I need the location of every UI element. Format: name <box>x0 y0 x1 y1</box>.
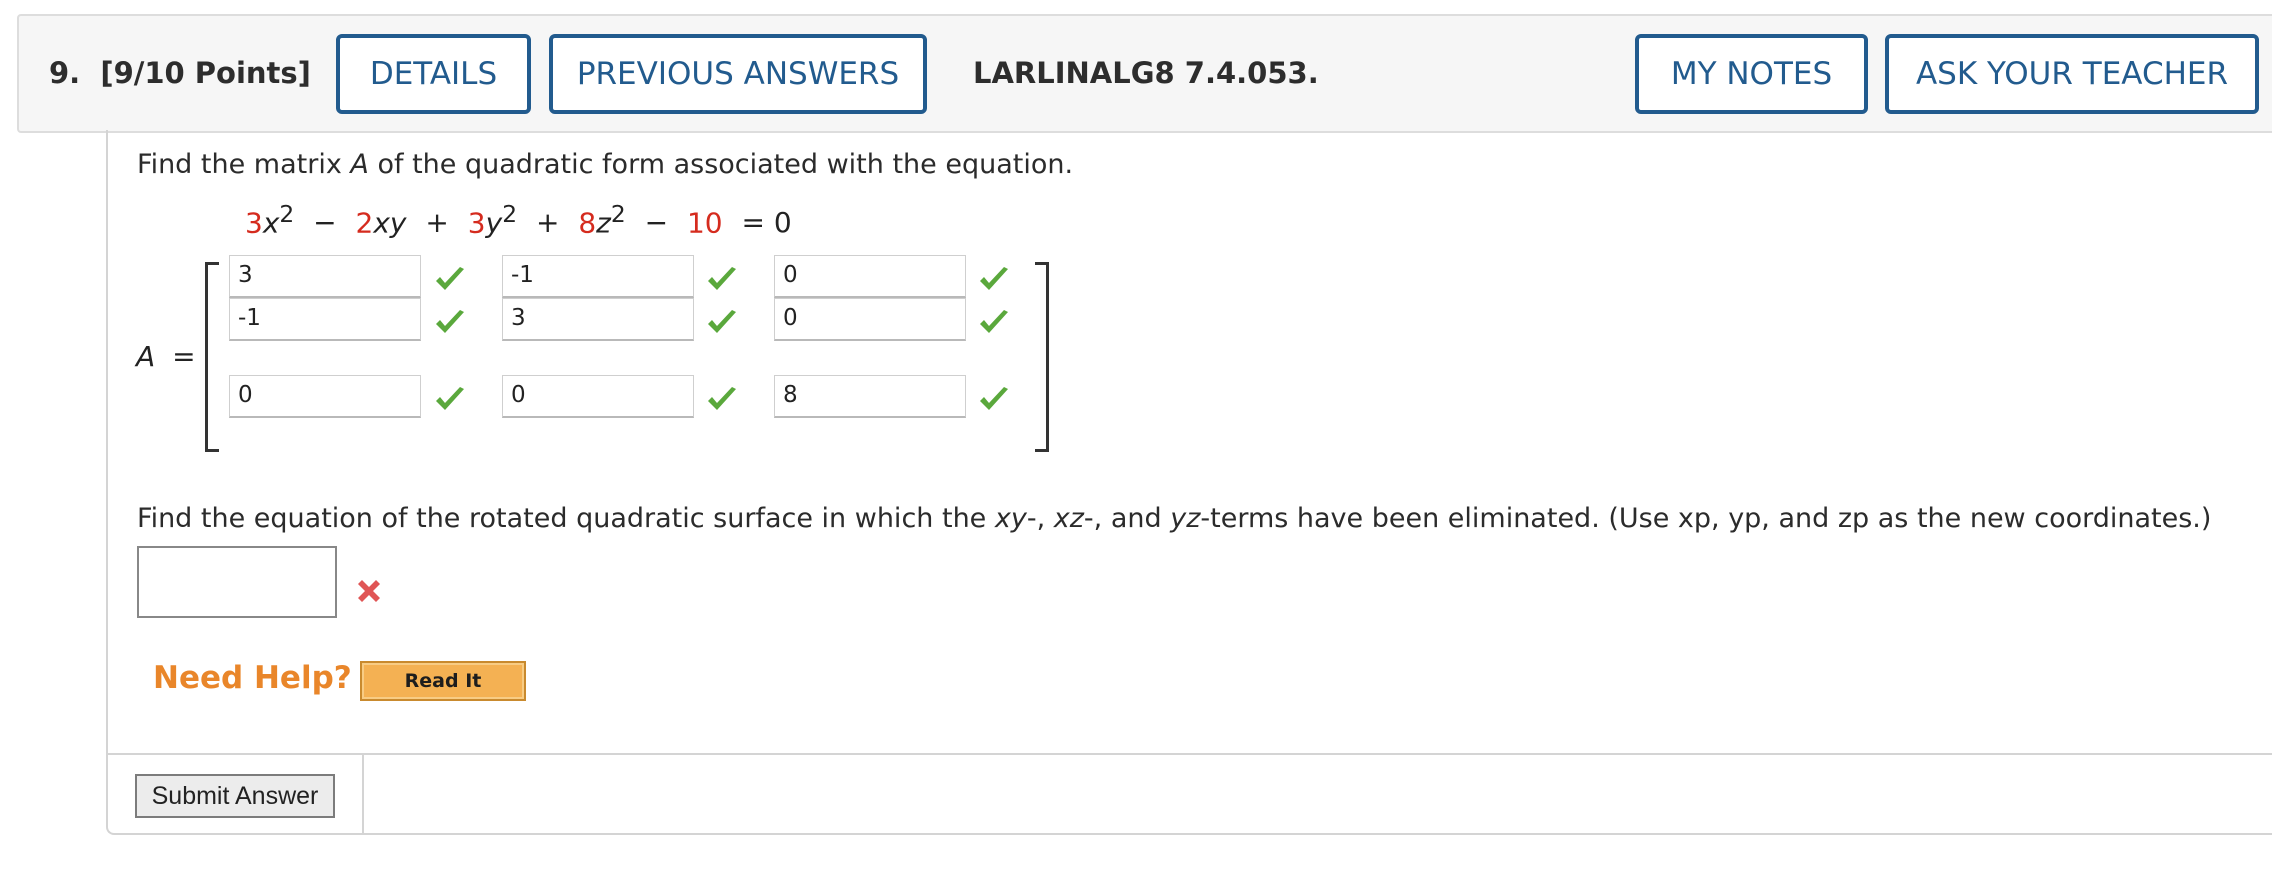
check-icon <box>708 387 736 410</box>
matrix-label: A = <box>136 340 196 373</box>
check-icon <box>436 310 464 333</box>
ask-your-teacher-label: ASK YOUR TEACHER <box>1915 56 2229 92</box>
x-mark-icon <box>358 580 380 602</box>
variable: z <box>596 206 611 240</box>
variable: x <box>262 206 280 240</box>
assignment-code: LARLINALG8 7.4.053. <box>973 56 1319 90</box>
my-notes-label: MY NOTES <box>1670 56 1833 92</box>
check-icon <box>708 267 736 290</box>
matrix-cell-2-1[interactable]: -1 <box>229 298 421 341</box>
coefficient: 3 <box>467 206 486 240</box>
exponent: 2 <box>610 200 626 228</box>
operator: + <box>425 206 449 240</box>
coefficient: 2 <box>355 206 374 240</box>
submit-answer-label: Submit Answer <box>151 781 319 810</box>
coefficient: 3 <box>245 206 263 240</box>
part1-prompt-text-end: of the quadratic form associated with th… <box>368 149 1074 180</box>
read-it-button[interactable]: Read It <box>360 661 526 701</box>
term-yz: yz <box>1170 503 1201 534</box>
term-xy: xy <box>994 503 1027 534</box>
ask-your-teacher-button[interactable]: ASK YOUR TEACHER <box>1885 34 2259 114</box>
part1-prompt-text: Find the matrix <box>137 149 351 180</box>
equation-rhs: = 0 <box>741 206 792 240</box>
matrix-cell-1-2[interactable]: -1 <box>502 255 694 298</box>
check-icon <box>980 267 1008 290</box>
variable: y <box>485 206 503 240</box>
matrix-label-eq: = <box>172 340 196 373</box>
operator: + <box>535 206 560 240</box>
previous-answers-label: PREVIOUS ANSWERS <box>576 56 900 92</box>
previous-answers-button[interactable]: PREVIOUS ANSWERS <box>549 34 927 114</box>
term-xz: xz <box>1053 503 1084 534</box>
read-it-label: Read It <box>404 670 482 692</box>
points-label: [9/10 Points] <box>100 56 311 90</box>
part1-prompt: Find the matrix A of the quadratic form … <box>137 149 1073 180</box>
exponent: 2 <box>279 200 295 228</box>
operator: − <box>644 206 669 240</box>
matrix-variable: A <box>350 149 369 180</box>
matrix-cell-3-2[interactable]: 0 <box>502 375 694 418</box>
question-number: 9. [9/10 Points] <box>49 56 311 90</box>
question-index: 9. <box>49 56 81 90</box>
check-icon <box>708 310 736 333</box>
constant: 10 <box>686 206 723 240</box>
submit-area-divider <box>364 753 2272 755</box>
check-icon <box>980 387 1008 410</box>
details-button[interactable]: DETAILS <box>336 34 531 114</box>
matrix-right-bracket <box>1035 262 1049 452</box>
matrix-cell-1-3[interactable]: 0 <box>774 255 966 298</box>
rotated-equation-input[interactable] <box>137 546 337 618</box>
question-header: 9. [9/10 Points] DETAILS PREVIOUS ANSWER… <box>17 14 2272 133</box>
part2-prompt-text-end: -terms have been eliminated. (Use xp, yp… <box>1200 503 2212 534</box>
need-help-label: Need Help? <box>153 660 352 696</box>
check-icon <box>436 267 464 290</box>
matrix-cell-3-1[interactable]: 0 <box>229 375 421 418</box>
matrix-cell-2-3[interactable]: 0 <box>774 298 966 341</box>
matrix-left-bracket <box>205 262 219 452</box>
matrix-cell-2-2[interactable]: 3 <box>502 298 694 341</box>
separator: -, <box>1026 503 1054 534</box>
my-notes-button[interactable]: MY NOTES <box>1635 34 1868 114</box>
part2-prompt: Find the equation of the rotated quadrat… <box>137 503 2211 534</box>
submit-answer-button[interactable]: Submit Answer <box>135 774 335 818</box>
check-icon <box>436 387 464 410</box>
matrix-cell-3-3[interactable]: 8 <box>774 375 966 418</box>
operator: − <box>313 206 337 240</box>
details-button-label: DETAILS <box>369 56 498 92</box>
part2-prompt-text: Find the equation of the rotated quadrat… <box>137 503 995 534</box>
matrix-label-var: A <box>136 340 156 373</box>
coefficient: 8 <box>578 206 597 240</box>
quadratic-equation: 3x2 − 2xy + 3y2 + 8z2 − 10 = 0 <box>245 200 792 239</box>
separator: -, and <box>1083 503 1171 534</box>
variable: xy <box>373 206 407 240</box>
check-icon <box>980 310 1008 333</box>
exponent: 2 <box>502 200 518 228</box>
matrix-cell-1-1[interactable]: 3 <box>229 255 421 298</box>
